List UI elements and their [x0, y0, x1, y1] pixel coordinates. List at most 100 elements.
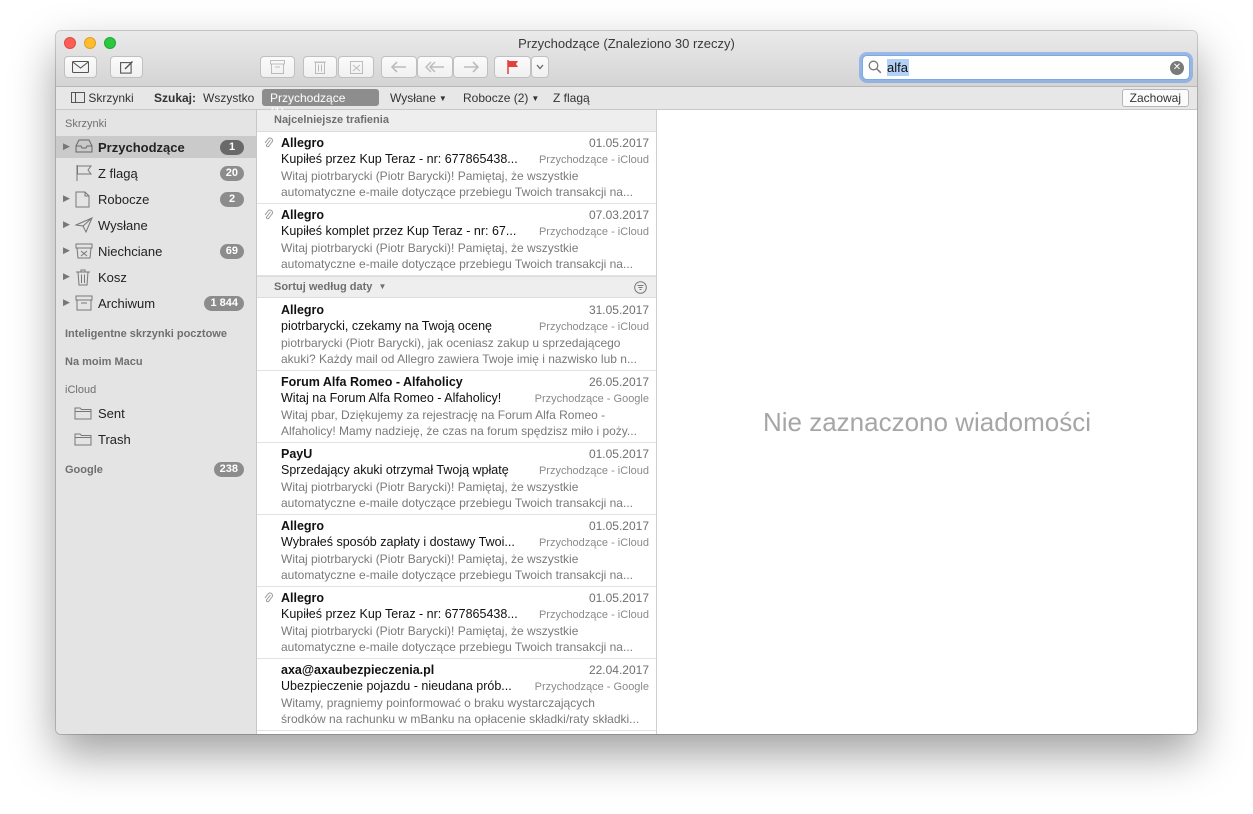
compose-button[interactable] — [110, 56, 143, 78]
sidebar-section-on-my-mac[interactable]: Na moim Macu — [65, 356, 143, 368]
preview-line: akuki? Każdy mail od Allegro zawiera Two… — [281, 352, 637, 366]
message-sender: Allegro — [281, 208, 325, 222]
clear-search-icon[interactable]: ✕ — [1170, 61, 1184, 75]
disclosure-triangle-icon[interactable]: ▶ — [63, 245, 70, 256]
junk-button[interactable] — [338, 56, 374, 78]
message-date: 26.05.2017 — [588, 375, 649, 389]
save-search-button[interactable]: Zachowaj — [1121, 89, 1189, 107]
message-preview: Witaj piotrbarycki (Piotr Barycki)! Pami… — [281, 479, 649, 511]
message-mailbox: Przychodzące - iCloud — [538, 321, 649, 333]
message-subject: piotrbarycki, czekamy na Twoją ocenę — [281, 319, 492, 333]
message-list: Najcelniejsze trafienia Allegro 01.05.20… — [257, 110, 657, 734]
message-date: 01.05.2017 — [588, 591, 649, 605]
disclosure-triangle-icon[interactable]: ▶ — [63, 297, 70, 308]
sidebar-item-label: Niechciane — [98, 244, 163, 259]
flag-menu-button[interactable] — [531, 56, 549, 78]
delete-button[interactable] — [303, 56, 337, 78]
message-row[interactable]: Allegro 07.03.2017 Kupiłeś komplet przez… — [257, 204, 656, 276]
sidebar-item-icloud-trash[interactable]: Trash — [56, 428, 256, 450]
window-title: Przychodzące (Znaleziono 30 rzeczy) — [518, 36, 735, 51]
message-preview: piotrbarycki (Piotr Barycki), jak ocenia… — [281, 335, 649, 367]
junk-icon — [75, 243, 93, 259]
preview-line: środków na rachunku w mBanku na opłaceni… — [281, 712, 640, 726]
forward-button[interactable] — [453, 56, 488, 78]
junk-icon — [349, 61, 363, 74]
preview-line: Witaj piotrbarycki (Piotr Barycki)! Pami… — [281, 480, 579, 494]
message-row[interactable]: Allegro 31.05.2017 piotrbarycki, czekamy… — [257, 299, 656, 371]
message-row[interactable]: axa@axaubezpieczenia.pl 22.04.2017 Ubezp… — [257, 659, 656, 731]
scope-all[interactable]: Wszystko — [203, 91, 254, 105]
sidebar-section-icloud[interactable]: iCloud — [65, 384, 96, 396]
sidebar-item-sent[interactable]: ▶ Wysłane — [56, 214, 256, 236]
message-row[interactable]: Allegro 01.05.2017 Kupiłeś przez Kup Ter… — [257, 132, 656, 204]
message-sender: Allegro — [281, 136, 325, 150]
scope-sent[interactable]: Wysłane ▼ — [390, 91, 447, 105]
sidebar-item-label: Przychodzące — [98, 140, 185, 155]
search-input[interactable] — [887, 59, 1167, 76]
folder-label: Sent — [98, 406, 125, 421]
preview-line: piotrbarycki (Piotr Barycki), jak ocenia… — [281, 336, 621, 350]
sidebar: Skrzynki ▶ Przychodzące 1 Z flagą 20 ▶ R… — [56, 110, 257, 734]
disclosure-triangle-icon[interactable]: ▶ — [63, 193, 70, 204]
message-mailbox: Przychodzące - iCloud — [538, 609, 649, 621]
sidebar-item-junk[interactable]: ▶ Niechciane 69 — [56, 240, 256, 262]
sidebar-section-google[interactable]: Google — [65, 464, 103, 476]
search-field[interactable]: ✕ — [862, 55, 1190, 80]
reply-button[interactable] — [381, 56, 417, 78]
get-mail-button[interactable] — [64, 56, 97, 78]
message-preview: Witamy, pragniemy poinformować o braku w… — [281, 695, 649, 727]
trash-icon — [76, 269, 90, 286]
scope-inbox[interactable]: Przychodzące (1)▼ — [262, 89, 379, 119]
sidebar-item-label: Kosz — [98, 270, 127, 285]
message-subject: Wybrałeś sposób zapłaty i dostawy Twoi..… — [281, 535, 515, 549]
flag-button[interactable] — [494, 56, 531, 78]
preview-line: Witaj piotrbarycki (Piotr Barycki)! Pami… — [281, 169, 579, 183]
sidebar-section-smart-mailboxes[interactable]: Inteligentne skrzynki pocztowe — [65, 328, 227, 340]
sidebar-item-trash[interactable]: ▶ Kosz — [56, 266, 256, 288]
disclosure-triangle-icon[interactable]: ▶ — [63, 219, 70, 230]
scope-flagged[interactable]: Z flagą — [553, 91, 590, 105]
message-date: 01.05.2017 — [588, 447, 649, 461]
preview-line: automatyczne e-maile dotyczące przebiegu… — [281, 640, 633, 654]
sidebar-item-flagged[interactable]: Z flagą 20 — [56, 162, 256, 184]
scope-drafts[interactable]: Robocze (2) ▼ — [463, 91, 539, 105]
sidebar-item-archive[interactable]: ▶ Archiwum 1 844 — [56, 292, 256, 314]
message-row[interactable]: Allegro 01.05.2017 Kupiłeś przez Kup Ter… — [257, 587, 656, 659]
chevron-down-icon: ▼ — [531, 94, 540, 103]
message-row[interactable]: Allegro 01.05.2017 Wybrałeś sposób zapła… — [257, 515, 656, 587]
envelope-icon — [72, 61, 89, 73]
preview-line: Witaj piotrbarycki (Piotr Barycki)! Pami… — [281, 552, 579, 566]
drafts-icon — [75, 191, 90, 208]
message-row[interactable]: Forum Alfa Romeo - Alfaholicy 26.05.2017… — [257, 371, 656, 443]
filter-icon[interactable] — [634, 281, 647, 294]
sidebar-item-label: Wysłane — [98, 218, 148, 233]
disclosure-triangle-icon[interactable]: ▶ — [63, 271, 70, 282]
sidebar-item-drafts[interactable]: ▶ Robocze 2 — [56, 188, 256, 210]
archive-box-icon — [75, 295, 93, 311]
sidebar-item-inbox[interactable]: ▶ Przychodzące 1 — [56, 136, 256, 158]
message-preview: Witaj piotrbarycki (Piotr Barycki)! Pami… — [281, 240, 649, 272]
message-subject: Witaj na Forum Alfa Romeo - Alfaholicy! — [281, 391, 502, 405]
scope-sent-label: Wysłane — [390, 91, 436, 105]
archive-button[interactable] — [260, 56, 295, 78]
message-preview: Witaj piotrbarycki (Piotr Barycki)! Pami… — [281, 168, 649, 200]
unread-count-badge: 1 — [220, 140, 244, 155]
chevron-down-icon — [536, 64, 544, 70]
count-badge: 1 844 — [204, 296, 244, 311]
message-subject: Kupiłeś komplet przez Kup Teraz - nr: 67… — [281, 224, 517, 238]
mailboxes-toggle-label: Skrzynki — [88, 91, 134, 105]
sidebar-item-icloud-sent[interactable]: Sent — [56, 402, 256, 424]
preview-line: Witamy, pragniemy poinformować o braku w… — [281, 696, 595, 710]
sort-by-date-button[interactable]: Sortuj według daty ▼ — [274, 281, 386, 293]
message-sender: Allegro — [281, 303, 325, 317]
forward-icon — [463, 61, 479, 73]
top-hits-label: Najcelniejsze trafienia — [274, 114, 389, 126]
archive-box-icon — [270, 60, 285, 74]
mailboxes-toggle-button[interactable]: Skrzynki — [71, 91, 134, 105]
toolbar: Przychodzące (Znaleziono 30 rzeczy) alfa… — [56, 31, 1197, 87]
message-row[interactable]: PayU 01.05.2017 Sprzedający akuki otrzym… — [257, 443, 656, 515]
message-subject: Sprzedający akuki otrzymał Twoją wpłatę — [281, 463, 509, 477]
disclosure-triangle-icon[interactable]: ▶ — [63, 141, 70, 152]
paperclip-icon — [264, 137, 273, 148]
reply-all-button[interactable] — [417, 56, 453, 78]
